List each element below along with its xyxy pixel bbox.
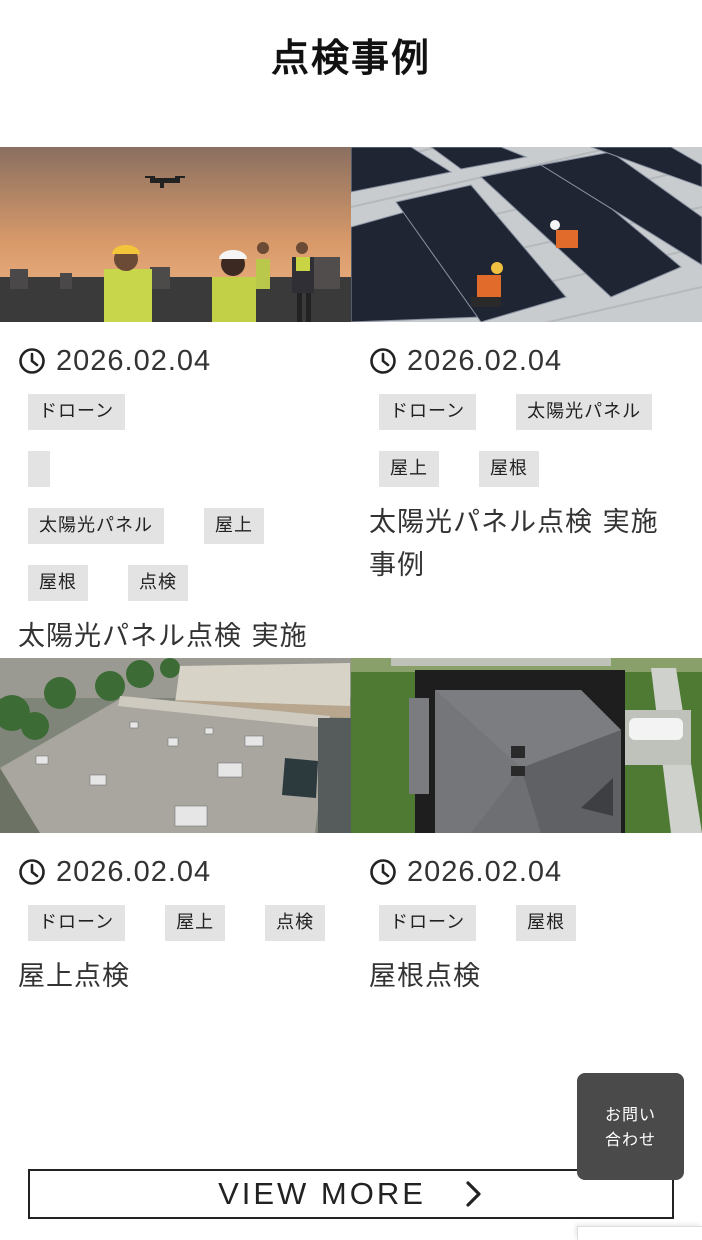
tag[interactable]: 点検 [265,905,326,941]
post-date: 2026.02.04 [56,855,212,888]
case-thumbnail[interactable] [0,147,351,322]
tag[interactable]: 屋上 [165,905,226,941]
tag[interactable]: ドローン [379,394,477,430]
floating-widget-edge [577,1226,702,1240]
tag[interactable]: ドローン [28,394,126,430]
tag[interactable]: 太陽光パネル [28,508,164,544]
clock-icon [19,348,45,374]
post-date: 2026.02.04 [56,344,212,377]
clock-icon [19,859,45,885]
tag[interactable]: 屋根 [479,451,539,487]
case-thumbnail[interactable] [351,147,702,322]
tag-list: ドローン 屋上 点検 [18,905,338,941]
case-title[interactable]: 屋根点検 [369,955,669,998]
view-more-button[interactable]: VIEW MORE [28,1169,674,1219]
tag-list: ドローン 太陽光パネル 屋上 屋根 [369,394,689,487]
case-thumbnail[interactable] [0,658,351,833]
post-date: 2026.02.04 [407,344,563,377]
case-card[interactable]: 2026.02.04 ドローン 屋上 点検 屋上点検 [0,658,351,998]
chevron-right-icon [466,1181,481,1207]
tag[interactable]: ドローン [28,905,126,941]
tag[interactable]: 屋根 [516,905,577,941]
tag[interactable]: ドローン [379,905,477,941]
tag[interactable]: 点検 [128,565,188,601]
contact-label: お問い合わせ [604,1104,656,1149]
post-date: 2026.02.04 [407,855,563,888]
contact-button[interactable]: お問い合わせ [577,1073,684,1180]
view-more-label: VIEW MORE [218,1176,426,1211]
case-thumbnail[interactable] [351,658,702,833]
case-title[interactable]: 太陽光パネル点検 実施事例 [369,501,669,587]
clock-icon [370,348,396,374]
case-card[interactable]: 2026.02.04 ドローン 太陽光パネル 屋上 屋根 点検 太陽光パネル点検… [0,147,351,701]
clock-icon [370,859,396,885]
tag[interactable]: 屋上 [204,508,264,544]
page-title: 点検事例 [270,36,431,80]
tag-spacer-none [28,451,50,487]
tag[interactable]: 屋根 [28,565,88,601]
case-card[interactable]: 2026.02.04 ドローン 屋根 屋根点検 [351,658,702,998]
tag[interactable]: 太陽光パネル [516,394,653,430]
tag-list: ドローン 屋根 [369,905,689,941]
case-title[interactable]: 屋上点検 [18,955,318,998]
tag-list: ドローン 太陽光パネル 屋上 屋根 点検 [18,394,338,601]
case-card[interactable]: 2026.02.04 ドローン 太陽光パネル 屋上 屋根 太陽光パネル点検 実施… [351,147,702,587]
tag[interactable]: 屋上 [379,451,439,487]
